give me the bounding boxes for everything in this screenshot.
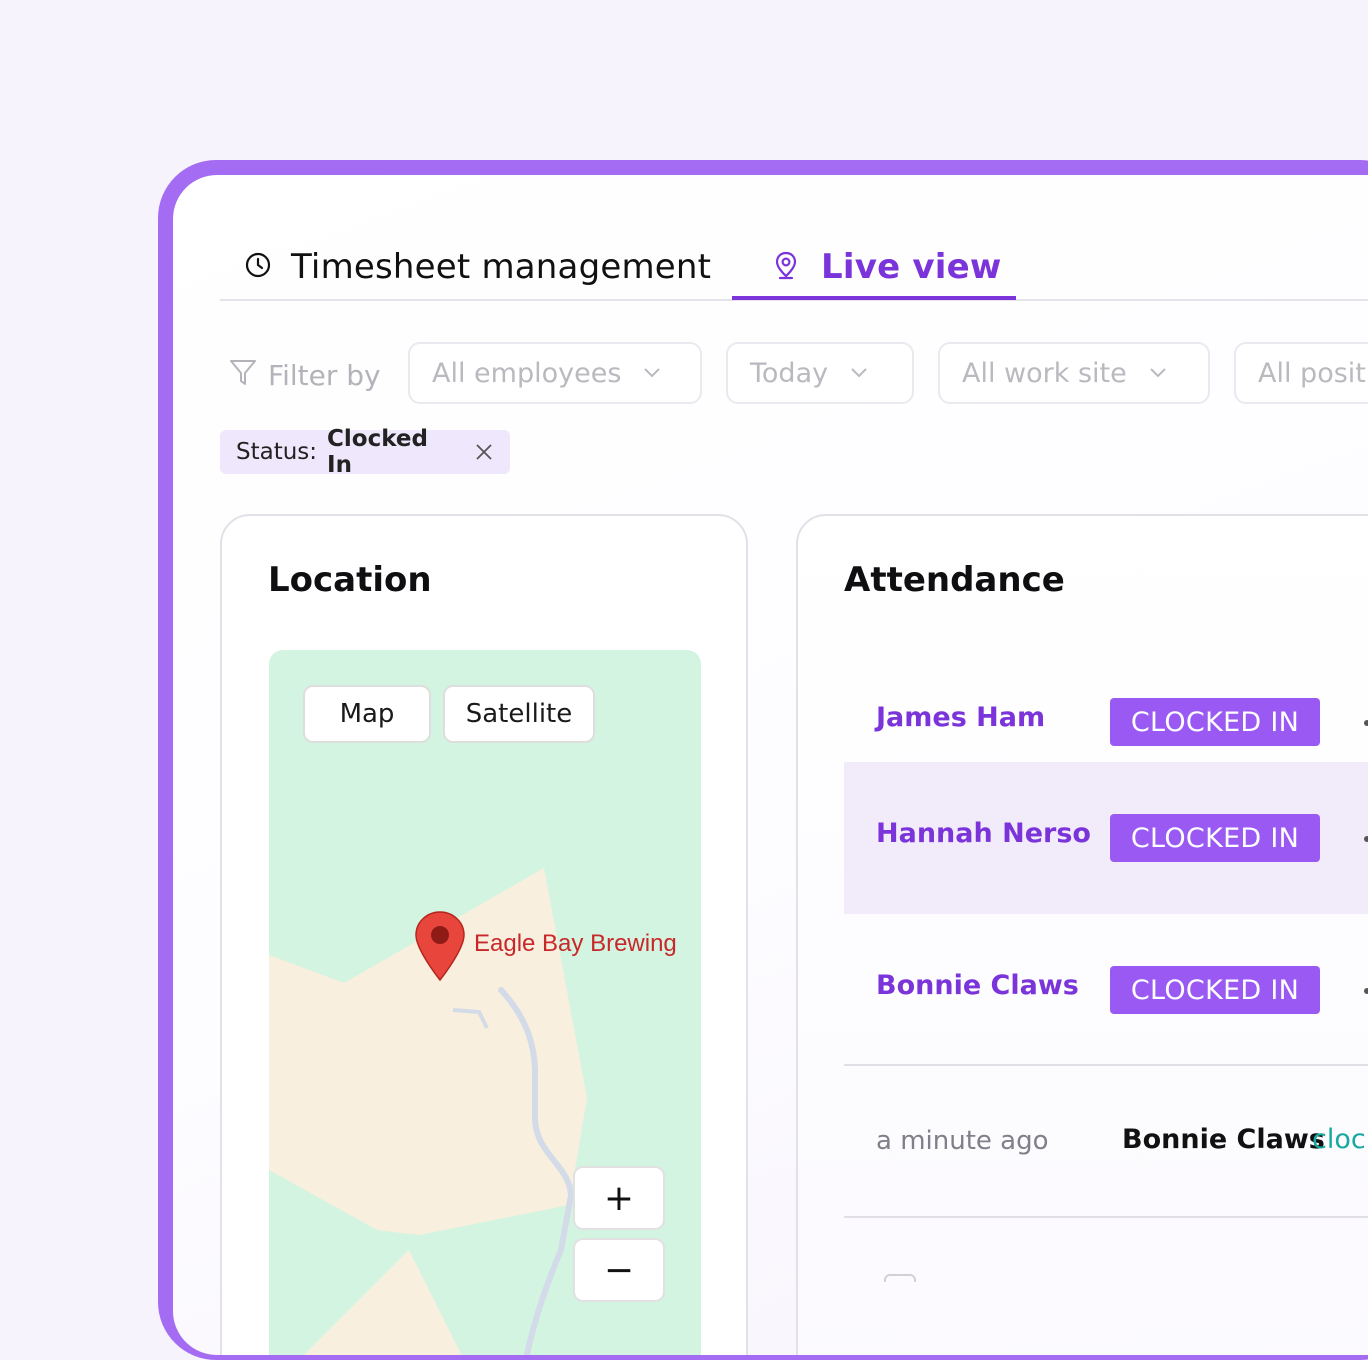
avatar [884,1274,916,1282]
chip-key: Status: [236,439,318,465]
divider [844,1216,1368,1218]
positions-dropdown[interactable]: All posit [1234,342,1368,404]
attendance-row[interactable]: Bonnie Claws CLOCKED IN [844,914,1368,1066]
more-icon[interactable] [1364,836,1368,842]
card-title: Attendance [844,560,1065,600]
close-icon[interactable] [474,442,494,462]
location-card: Location Map Satellite Eagle Bay Brewing… [220,514,748,1355]
activity-item: a minute ago Bonnie Claws cloc [844,1066,1368,1218]
chevron-down-icon [850,367,868,379]
filter-icon [228,357,258,394]
work-site-dropdown[interactable]: All work site [938,342,1210,404]
chip-value: Clocked In [327,426,428,478]
activity-action: cloc [1312,1124,1366,1155]
card-title: Location [268,560,432,600]
filter-label: Filter by [268,358,381,392]
location-pin-icon [773,250,799,284]
zoom-out-button[interactable]: − [573,1238,665,1302]
employee-name[interactable]: James Ham [876,702,1045,733]
employees-dropdown[interactable]: All employees [408,342,702,404]
tab-label: Live view [821,247,1002,287]
tab-live-view[interactable]: Live view [773,237,1001,297]
tab-label: Timesheet management [291,247,712,287]
attendance-card: Attendance James Ham CLOCKED IN Hannah N… [796,514,1368,1355]
activity-time: a minute ago [876,1126,1049,1156]
map[interactable]: Map Satellite Eagle Bay Brewing + − [269,650,701,1355]
dropdown-label: All employees [432,357,622,389]
more-icon[interactable] [1364,720,1368,726]
dropdown-label: All work site [962,357,1127,389]
date-dropdown[interactable]: Today [726,342,914,404]
employee-name[interactable]: Hannah Nerso [876,818,1091,849]
activity-employee[interactable]: Bonnie Claws [1122,1124,1325,1155]
app-panel: Timesheet management Live view Filter by… [173,175,1368,1355]
satellite-type-button[interactable]: Satellite [443,685,595,743]
map-pin-icon[interactable] [414,910,466,986]
attendance-row[interactable]: Hannah Nerso CLOCKED IN [844,762,1368,914]
chevron-down-icon [643,367,661,379]
zoom-in-button[interactable]: + [573,1166,665,1230]
status-filter-chip: Status: Clocked In [220,426,510,478]
place-label: Eagle Bay Brewing [474,930,677,957]
clock-icon [245,252,271,282]
dropdown-label: Today [750,357,829,389]
tab-timesheet-management[interactable]: Timesheet management [245,237,711,297]
status-badge: CLOCKED IN [1110,698,1320,746]
employee-name[interactable]: Bonnie Claws [876,970,1079,1001]
dropdown-label: All posit [1258,357,1366,389]
more-icon[interactable] [1364,988,1368,994]
status-badge: CLOCKED IN [1110,966,1320,1014]
map-type-button[interactable]: Map [303,685,431,743]
filter-by: Filter by [228,355,381,395]
status-badge: CLOCKED IN [1110,814,1320,862]
chevron-down-icon [1149,367,1167,379]
active-tab-indicator [732,296,1016,300]
